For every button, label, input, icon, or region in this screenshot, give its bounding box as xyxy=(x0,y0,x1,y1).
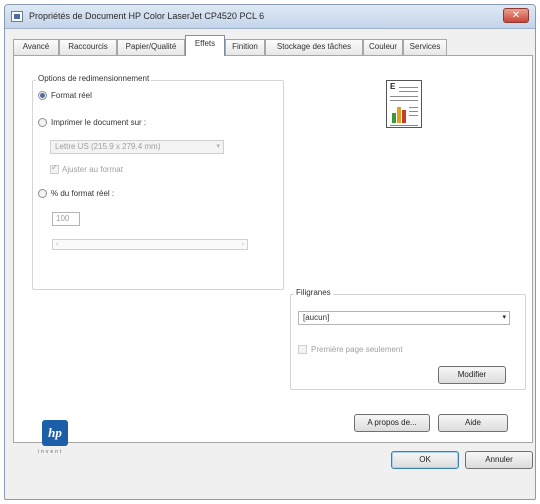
preview-line xyxy=(390,96,418,97)
hp-logo-icon: hp xyxy=(42,420,68,446)
percent-radio[interactable] xyxy=(38,189,47,198)
resize-options-group xyxy=(32,80,284,290)
first-page-only-checkbox[interactable] xyxy=(298,345,307,354)
tab-effets[interactable]: Effets xyxy=(185,35,225,56)
title-bar: Propriétés de Document HP Color LaserJet… xyxy=(5,5,535,29)
cancel-button[interactable]: Annuler xyxy=(465,451,533,469)
format-reel-label: Format réel xyxy=(51,91,92,100)
tab-finition[interactable]: Finition xyxy=(225,39,265,55)
tab-bar: Avancé Raccourcis Papier/Qualité Effets … xyxy=(13,35,533,56)
effets-panel: Options de redimensionnement Format réel… xyxy=(13,55,533,455)
resize-options-title: Options de redimensionnement xyxy=(36,74,152,83)
svg-text:hp: hp xyxy=(48,425,62,440)
modify-watermark-button[interactable]: Modifier xyxy=(438,366,506,384)
close-button[interactable]: ✕ xyxy=(503,8,529,23)
chevron-down-icon: ▾ xyxy=(216,143,220,150)
preview-line xyxy=(409,111,418,112)
first-page-only-label: Première page seulement xyxy=(311,345,403,354)
watermark-title: Filigranes xyxy=(294,288,333,297)
ok-button[interactable]: OK xyxy=(391,451,459,469)
watermark-value: [aucun] xyxy=(303,313,330,322)
paper-size-value: Lettre US (215.9 x 279.4 mm) xyxy=(55,142,161,151)
format-reel-radio[interactable] xyxy=(38,91,47,100)
hp-invent-text: invent xyxy=(38,449,64,455)
page-preview: E xyxy=(386,80,422,128)
percent-slider[interactable]: ‹ › xyxy=(52,239,248,250)
tab-papier-qualite[interactable]: Papier/Qualité xyxy=(117,39,185,55)
document-properties-window: Propriétés de Document HP Color LaserJet… xyxy=(4,4,536,500)
watermark-select[interactable]: [aucun] ▾ xyxy=(298,311,510,325)
print-on-label: Imprimer le document sur : xyxy=(51,118,147,127)
preview-line xyxy=(390,125,418,126)
slider-left-arrow-icon[interactable]: ‹ xyxy=(56,240,58,249)
print-on-radio[interactable] xyxy=(38,118,47,127)
fit-to-size-label: Ajuster au format xyxy=(62,165,123,174)
percent-input[interactable]: 100 xyxy=(52,212,80,226)
help-button[interactable]: Aide xyxy=(438,414,508,432)
preview-letter: E xyxy=(390,82,396,91)
fit-to-size-checkbox[interactable] xyxy=(50,163,59,174)
slider-right-arrow-icon[interactable]: › xyxy=(242,240,244,249)
preview-line xyxy=(399,87,418,88)
window-title: Propriétés de Document HP Color LaserJet… xyxy=(29,11,265,21)
tab-services[interactable]: Services xyxy=(403,39,447,55)
preview-line xyxy=(399,91,418,92)
preview-line xyxy=(390,100,418,101)
tab-couleur[interactable]: Couleur xyxy=(363,39,403,55)
printer-app-icon xyxy=(11,11,23,22)
preview-chart-icon xyxy=(392,107,406,123)
percent-label: % du format réel : xyxy=(51,189,115,198)
tab-raccourcis[interactable]: Raccourcis xyxy=(59,39,117,55)
preview-line xyxy=(409,115,418,116)
tab-avance[interactable]: Avancé xyxy=(13,39,59,55)
preview-line xyxy=(409,107,418,108)
about-button[interactable]: A propos de... xyxy=(354,414,430,432)
chevron-down-icon: ▾ xyxy=(502,314,506,321)
paper-size-select[interactable]: Lettre US (215.9 x 279.4 mm) ▾ xyxy=(50,140,224,154)
tab-stockage-des-taches[interactable]: Stockage des tâches xyxy=(265,39,363,55)
